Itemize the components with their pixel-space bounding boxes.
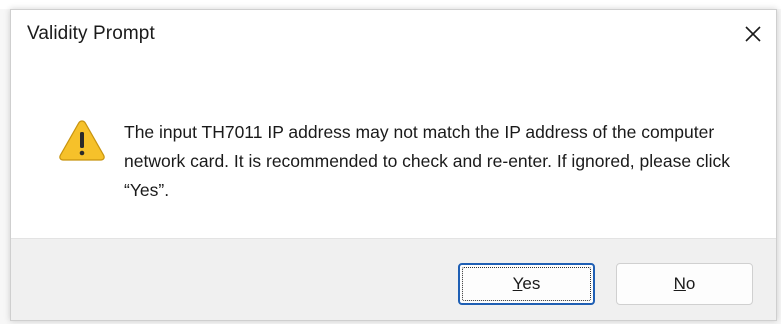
close-button[interactable]: [730, 10, 776, 58]
no-button[interactable]: No: [616, 263, 753, 305]
no-label-rest: o: [685, 274, 696, 293]
background-window-edge: [0, 0, 781, 9]
yes-button[interactable]: Yes: [458, 263, 595, 305]
validity-prompt-dialog: Validity Prompt The input TH7011 IP addr…: [10, 9, 777, 321]
title-bar[interactable]: Validity Prompt: [11, 10, 776, 62]
yes-label-rest: es: [522, 274, 541, 293]
dialog-title: Validity Prompt: [27, 23, 155, 44]
warning-icon: [59, 120, 105, 161]
dialog-content: The input TH7011 IP address may not matc…: [11, 62, 776, 238]
yes-mnemonic: Y: [512, 274, 523, 293]
button-bar: Yes No: [11, 238, 776, 320]
dialog-message: The input TH7011 IP address may not matc…: [124, 122, 730, 200]
no-mnemonic: N: [673, 274, 686, 293]
yes-label: Yes: [513, 274, 541, 294]
no-label: No: [674, 274, 696, 294]
close-icon: [745, 26, 761, 42]
